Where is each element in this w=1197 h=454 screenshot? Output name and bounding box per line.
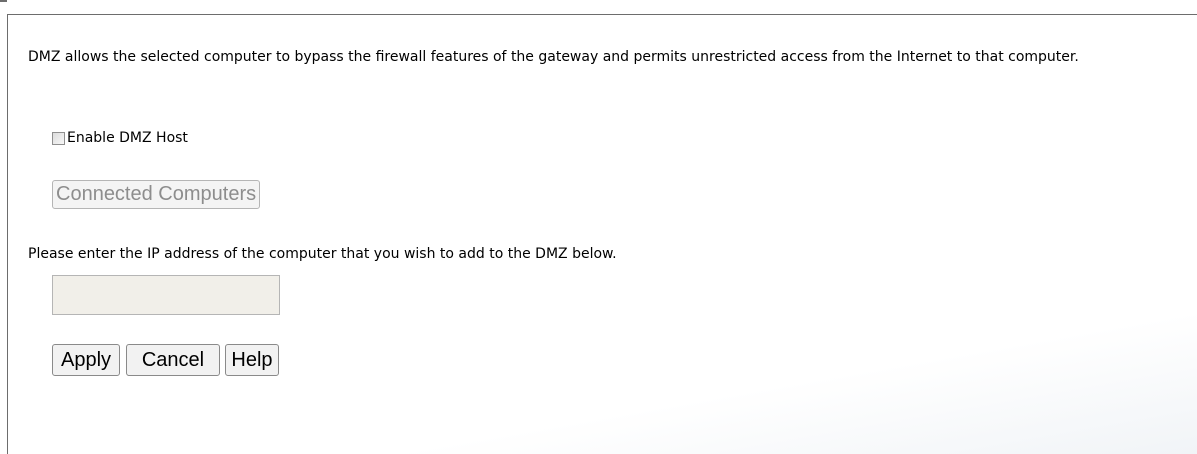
apply-button[interactable]: Apply bbox=[52, 344, 120, 376]
page-top-border bbox=[0, 0, 7, 2]
connected-computers-button[interactable]: Connected Computers bbox=[52, 180, 261, 209]
help-button[interactable]: Help bbox=[225, 344, 279, 376]
enable-dmz-label: Enable DMZ Host bbox=[67, 130, 188, 146]
ip-prompt: Please enter the IP address of the compu… bbox=[28, 246, 617, 262]
ip-address-input[interactable] bbox=[52, 275, 280, 315]
enable-dmz-checkbox[interactable] bbox=[52, 131, 65, 145]
enable-dmz-row: Enable DMZ Host bbox=[52, 130, 188, 146]
dmz-panel bbox=[7, 14, 1197, 454]
dmz-description-block: DMZ allows the selected computer to bypa… bbox=[28, 48, 1158, 67]
dmz-description: DMZ allows the selected computer to bypa… bbox=[28, 49, 1079, 65]
cancel-button[interactable]: Cancel bbox=[126, 344, 220, 376]
